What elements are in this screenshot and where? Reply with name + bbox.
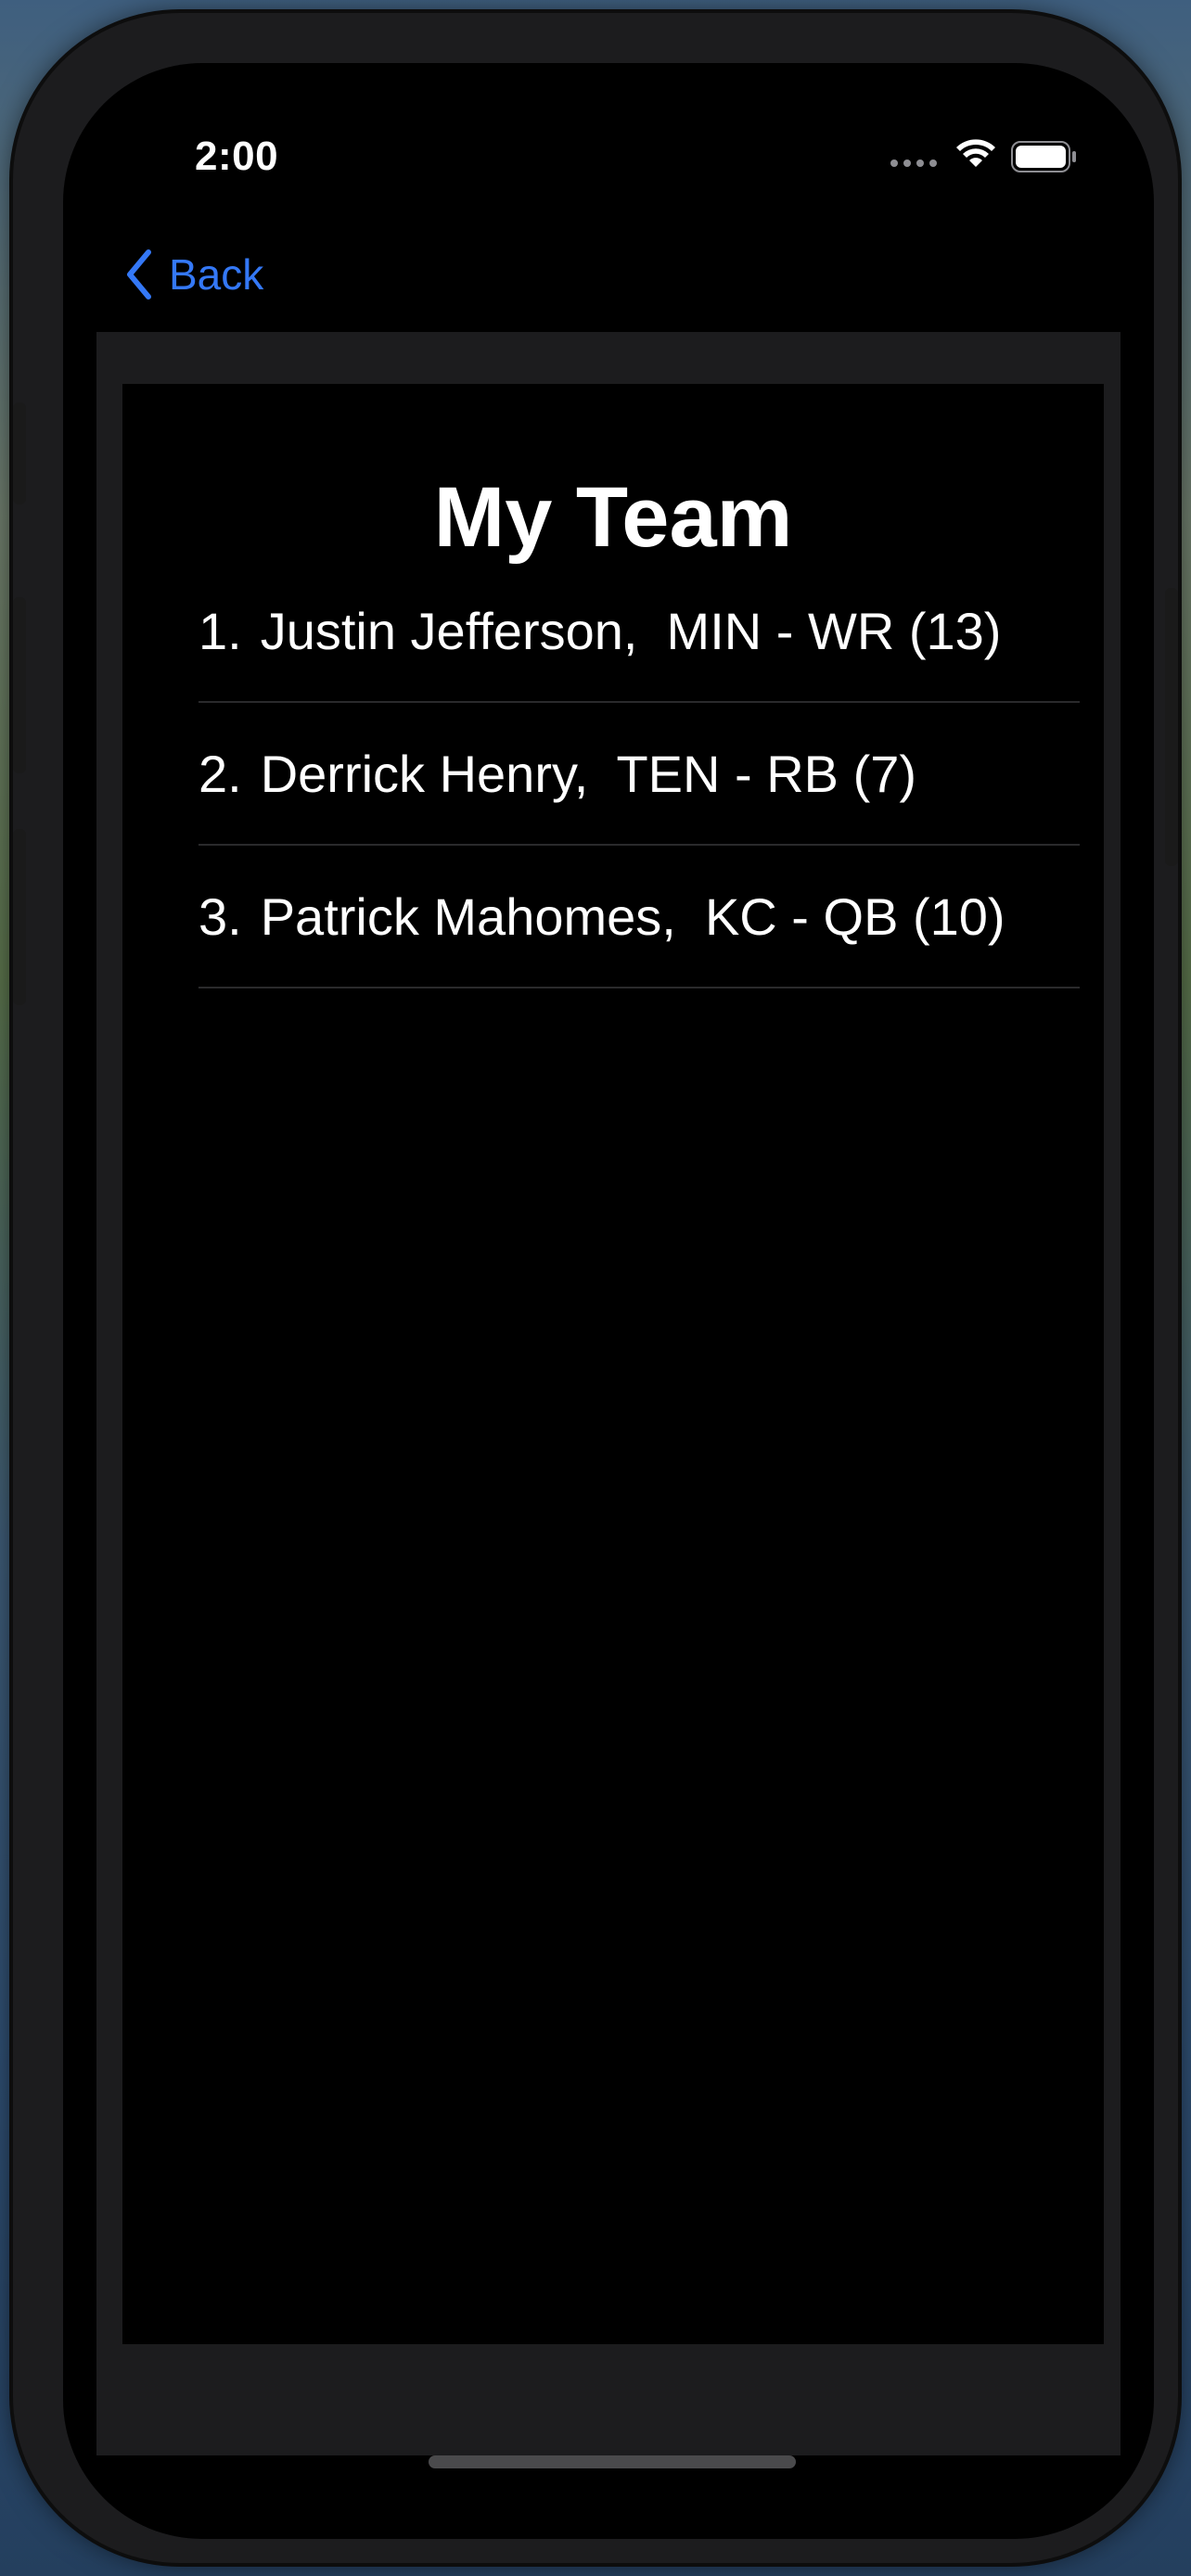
page-title: My Team (433, 470, 793, 565)
team-row[interactable]: 3. Patrick Mahomes, KC - QB (10) (198, 846, 1080, 988)
device-screen: 2:00 Back My Team 1. Justin Jefferson, M… (63, 63, 1154, 2539)
team-row[interactable]: 2. Derrick Henry, TEN - RB (7) (198, 703, 1080, 846)
device-frame: 2:00 Back My Team 1. Justin Jefferson, M… (13, 13, 1178, 2563)
chevron-left-icon (127, 249, 151, 300)
status-time: 2:00 (195, 134, 279, 179)
volume-up-button (13, 597, 26, 773)
player-text: Patrick Mahomes, KC - QB (10) (260, 886, 1005, 946)
team-row[interactable]: 1. Justin Jefferson, MIN - WR (13) (198, 560, 1080, 703)
battery-icon (1011, 141, 1076, 172)
row-number: 1. (198, 601, 242, 660)
volume-down-button (13, 829, 26, 1005)
silent-switch (13, 402, 26, 504)
player-text: Justin Jefferson, MIN - WR (13) (260, 601, 1002, 660)
row-number: 2. (198, 744, 242, 803)
home-indicator[interactable] (429, 2455, 796, 2468)
back-label: Back (169, 250, 264, 299)
team-list: 1. Justin Jefferson, MIN - WR (13) 2. De… (198, 560, 1080, 988)
player-text: Derrick Henry, TEN - RB (7) (260, 744, 917, 803)
side-button (1165, 588, 1178, 866)
back-button[interactable]: Back (124, 241, 263, 308)
row-number: 3. (198, 886, 242, 946)
team-card: My Team 1. Justin Jefferson, MIN - WR (1… (122, 384, 1104, 2344)
wifi-icon (956, 139, 995, 167)
cellular-dots-icon (890, 159, 937, 167)
